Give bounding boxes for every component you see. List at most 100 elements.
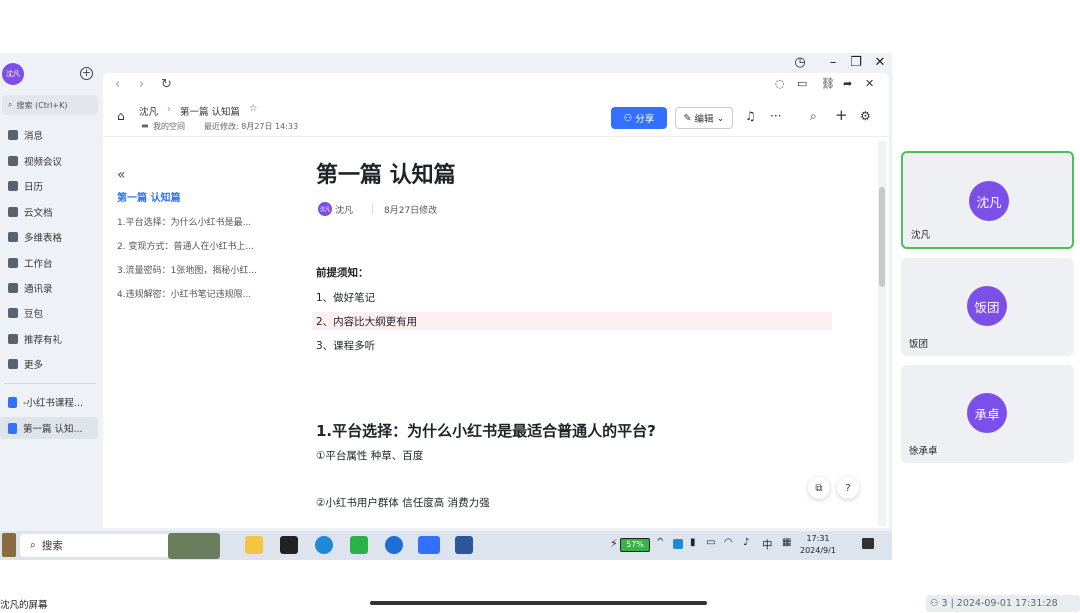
collapse-outline-icon[interactable]: «: [117, 167, 277, 183]
section-line: ①平台属性 种草、百度: [316, 450, 424, 462]
back-icon[interactable]: ‹: [115, 77, 120, 92]
outline-item[interactable]: 4.违规解密：小红书笔记违规限...: [117, 287, 277, 300]
folder-icon: ▬: [141, 121, 149, 130]
sidebar-item-contacts[interactable]: 通讯录: [0, 277, 100, 299]
qq-icon[interactable]: [280, 536, 298, 554]
browser-icon[interactable]: [385, 536, 403, 554]
taskbar-search-label: 搜索: [41, 540, 63, 552]
forward-share-icon[interactable]: ➦: [843, 77, 852, 90]
clock[interactable]: 17:31 2024/9/1: [800, 533, 836, 557]
mic-icon[interactable]: ▮: [690, 537, 696, 548]
chevron-down-icon: ⌄: [716, 112, 725, 124]
file-explorer-icon[interactable]: [245, 536, 263, 554]
sidebar-item-label: 更多: [24, 360, 44, 371]
document-icon: [8, 396, 17, 408]
sidebar-item-referral[interactable]: 推荐有礼: [0, 328, 100, 350]
edit-label: 编辑: [694, 114, 714, 125]
sidebar-doc-label: 第一篇 认知...: [23, 424, 83, 435]
sidebar-item-workspace[interactable]: 工作台: [0, 252, 100, 274]
outline-item[interactable]: 2. 变现方式：普通人在小红书上...: [117, 239, 277, 252]
sidebar-item-video[interactable]: 视频会议: [0, 150, 100, 172]
edit-button[interactable]: ✎ 编辑 ⌄: [675, 107, 733, 129]
forward-icon[interactable]: ›: [139, 77, 144, 92]
keyboard-icon[interactable]: ▦: [782, 537, 791, 548]
sidebar-doc-item-active[interactable]: 第一篇 认知...: [0, 417, 98, 439]
minimize-icon[interactable]: –: [823, 55, 843, 70]
sidebar-item-label: 推荐有礼: [24, 335, 63, 346]
prereq-heading: 前提须知：: [316, 267, 369, 279]
volume-icon[interactable]: ♪: [743, 537, 749, 548]
refresh-icon[interactable]: ↻: [161, 77, 172, 92]
maximize-icon[interactable]: ❐: [846, 55, 866, 70]
link-icon[interactable]: ⛓: [821, 77, 835, 90]
search-input[interactable]: ⌕ 搜索 (Ctrl+K): [2, 95, 98, 115]
scrollbar-thumb[interactable]: [879, 187, 885, 287]
sidebar-item-doubao[interactable]: 豆包: [0, 302, 100, 324]
sidebar-item-label: 工作台: [24, 259, 53, 270]
network-icon[interactable]: ▭: [706, 537, 715, 548]
tray-chevron-icon[interactable]: ^: [656, 537, 664, 548]
share-button[interactable]: ⚇ 分享: [611, 107, 667, 129]
breadcrumb-current[interactable]: 第一篇 认知篇: [180, 104, 240, 118]
history-icon[interactable]: ◷: [790, 55, 810, 70]
outline-title[interactable]: 第一篇 认知篇: [117, 189, 277, 204]
bell-icon[interactable]: ♫: [745, 109, 756, 123]
window-icon[interactable]: ▭: [797, 77, 807, 90]
copy-icon[interactable]: ⧉: [808, 477, 830, 499]
outline-item[interactable]: 1.平台选择：为什么小红书是最...: [117, 215, 277, 228]
battery-indicator[interactable]: 57%: [620, 538, 650, 552]
participant-avatar: 承卓: [967, 393, 1007, 433]
workspace-icon: [8, 258, 18, 268]
home-indicator[interactable]: [370, 601, 707, 605]
feishu-icon[interactable]: [418, 536, 440, 554]
sidebar-item-tables[interactable]: 多维表格: [0, 226, 100, 248]
add-icon[interactable]: +: [835, 106, 848, 124]
ime-indicator[interactable]: 中: [762, 537, 773, 552]
sidebar-item-messages[interactable]: 消息: [0, 124, 100, 146]
search-highlight-image: [168, 533, 220, 559]
create-plus-icon[interactable]: +: [80, 67, 93, 80]
sidebar-item-more[interactable]: 更多: [0, 353, 100, 375]
app-icon[interactable]: [350, 536, 368, 554]
close-tab-icon[interactable]: ✕: [865, 77, 874, 90]
share-label: 分享: [635, 114, 655, 125]
tray-app-icon[interactable]: [673, 539, 683, 549]
breadcrumb-parent[interactable]: 沈凡: [139, 104, 158, 118]
participant-count: 3: [941, 598, 948, 609]
scrollbar[interactable]: [878, 141, 886, 526]
comment-icon[interactable]: ◌: [775, 77, 785, 90]
sidebar-doc-item[interactable]: -小红书课程...: [0, 391, 98, 413]
meeting-timestamp: 2024-09-01 17:31:28: [956, 598, 1058, 609]
participant-tile-active[interactable]: 沈凡 沈凡: [901, 151, 1074, 249]
search-icon[interactable]: ⌕: [810, 109, 817, 124]
participant-tile[interactable]: 饭团 饭团: [901, 258, 1074, 356]
more-icon: [8, 359, 18, 369]
space-label[interactable]: 我的空间: [153, 121, 185, 132]
edge-icon[interactable]: [315, 536, 333, 554]
outline-panel: « 第一篇 认知篇 1.平台选择：为什么小红书是最... 2. 变现方式：普通人…: [117, 167, 277, 300]
sidebar-item-cloud-docs[interactable]: 云文档: [0, 201, 100, 223]
notification-icon[interactable]: [862, 538, 874, 549]
gear-icon[interactable]: ⚙: [860, 109, 871, 123]
sidebar-doc-label: -小红书课程...: [23, 398, 83, 409]
more-options-icon[interactable]: ···: [770, 109, 781, 123]
sidebar-item-calendar[interactable]: 日历: [0, 175, 100, 197]
close-window-icon[interactable]: ✕: [870, 55, 890, 70]
participant-avatar: 沈凡: [969, 181, 1009, 221]
word-icon[interactable]: [455, 536, 473, 554]
cortana-icon[interactable]: [2, 533, 16, 557]
outline-item[interactable]: 3.流量密码：1张地图，揭秘小红...: [117, 263, 277, 276]
user-avatar[interactable]: 沈凡: [2, 63, 24, 85]
meeting-status[interactable]: ⚇ 3 | 2024-09-01 17:31:28: [926, 595, 1080, 612]
author-name[interactable]: 沈凡: [335, 203, 353, 216]
document-body[interactable]: 第一篇 认知篇 沈凡 沈凡 8月27日修改 前提须知： 1、做好笔记 2、内容比…: [312, 137, 866, 528]
home-icon[interactable]: ⌂: [117, 109, 125, 123]
star-icon[interactable]: ☆: [249, 103, 258, 114]
participant-tile[interactable]: 承卓 徐承卓: [901, 365, 1074, 463]
document-icon: [8, 422, 17, 434]
wifi-icon[interactable]: ◠: [724, 537, 733, 548]
help-icon[interactable]: ?: [837, 477, 859, 499]
sidebar-item-label: 视频会议: [24, 157, 63, 168]
sidebar-divider: [4, 383, 96, 384]
status-divider: |: [950, 598, 954, 609]
